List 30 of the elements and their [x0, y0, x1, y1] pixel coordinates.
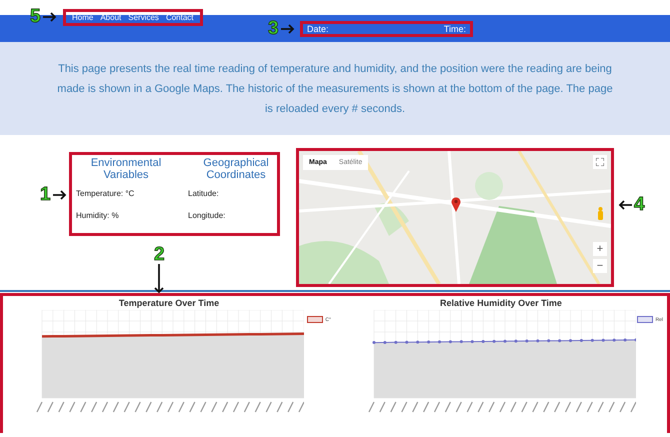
zoom-out-button[interactable]: − — [593, 259, 607, 273]
nav-link[interactable]: About — [100, 13, 122, 22]
reading-label: Humidity: % — [76, 211, 119, 220]
nav-link[interactable]: Contact — [166, 13, 194, 22]
reading-label: Temperature: °C — [76, 189, 134, 198]
callout-number: 3 — [268, 19, 279, 38]
callout-number: 4 — [634, 195, 645, 214]
reading-label: Longitude: — [188, 211, 226, 220]
reading-label: Latitude: — [188, 189, 219, 198]
arrow-icon — [154, 264, 164, 293]
chart-title: Relative Humidity Over Time — [440, 298, 562, 308]
arrow-icon — [52, 190, 67, 200]
callout-number: 2 — [154, 245, 165, 264]
chart-title: Temperature Over Time — [118, 298, 220, 308]
time-label: Time: — [444, 24, 466, 34]
date-label: Date: — [307, 24, 329, 34]
zoom-in-button[interactable]: + — [593, 242, 607, 256]
intro-text: This page presents the real time reading of temperature and humidity, and the position were the reading are being made is shown in a Google Maps. The historic of the measurements is shown at the bottom of the page. The page is reloaded every # seconds. — [56, 62, 614, 116]
fullscreen-icon — [596, 158, 604, 166]
nav-link[interactable]: Home — [72, 13, 94, 22]
column-heading: Geographical Coordinates — [202, 157, 270, 181]
map-pin-icon — [451, 197, 461, 212]
person-icon — [596, 206, 604, 220]
fullscreen-button[interactable] — [593, 155, 607, 169]
arrow-icon — [280, 24, 295, 34]
column-heading: Environmental Variables — [90, 157, 162, 181]
nav-link[interactable]: Services — [128, 13, 159, 22]
arrow-icon — [42, 12, 57, 22]
arrow-icon — [618, 200, 632, 210]
callout-number: 1 — [40, 185, 51, 204]
